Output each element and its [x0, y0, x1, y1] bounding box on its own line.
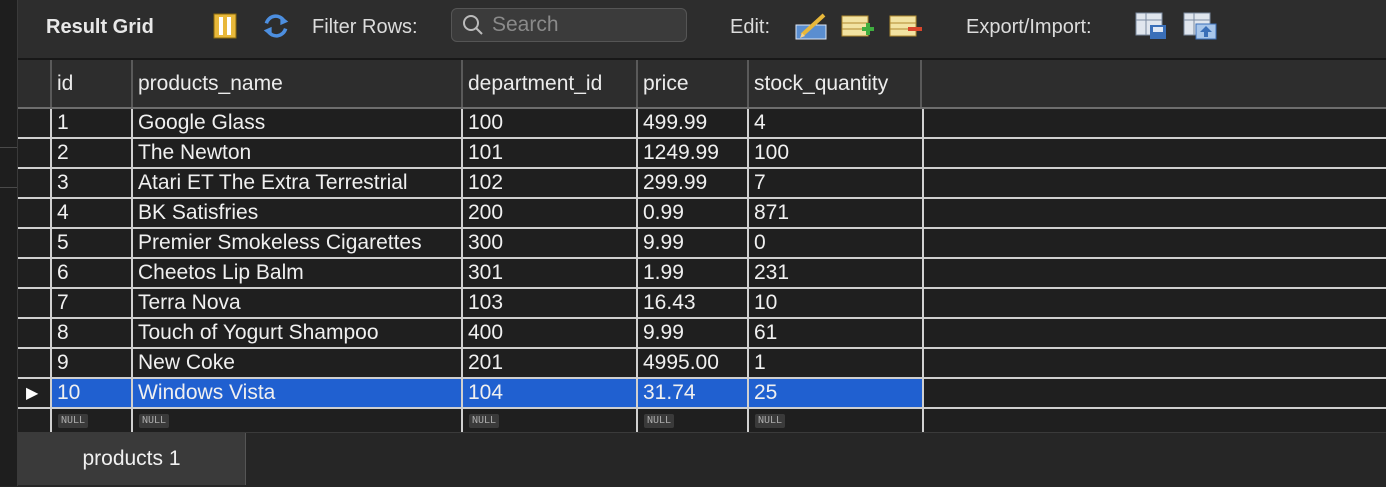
cell-department-id[interactable]: 104 [463, 379, 636, 407]
column-divider [131, 109, 133, 441]
null-badge: NULL [644, 414, 675, 428]
cell-stock-quantity[interactable]: 4 [749, 109, 922, 137]
cell-stock-quantity[interactable]: 231 [749, 259, 922, 287]
table-row[interactable]: 2 The Newton 101 1249.99 100 [18, 139, 1386, 169]
left-panel-edge [0, 0, 18, 486]
table-row[interactable]: 8 Touch of Yogurt Shampoo 400 9.99 61 [18, 319, 1386, 349]
result-grid[interactable]: id products_name department_id price sto… [18, 60, 1386, 441]
grid-header: id products_name department_id price sto… [18, 60, 1386, 109]
cell-price[interactable]: 499.99 [638, 109, 747, 137]
cell-price[interactable]: 0.99 [638, 199, 747, 227]
cell-department-id[interactable]: 400 [463, 319, 636, 347]
column-header-department-id[interactable]: department_id [461, 60, 636, 107]
add-row-icon[interactable] [840, 11, 876, 41]
cell-stock-quantity[interactable]: 7 [749, 169, 922, 197]
cell-price[interactable]: 4995.00 [638, 349, 747, 377]
cell-price[interactable]: 9.99 [638, 229, 747, 257]
result-tabs: products 1 [18, 432, 1386, 487]
cell-department-id[interactable]: 103 [463, 289, 636, 317]
table-row[interactable]: 3 Atari ET The Extra Terrestrial 102 299.99… [18, 169, 1386, 199]
cell-products-name[interactable]: New Coke [133, 349, 461, 377]
column-divider [747, 109, 749, 441]
cell-stock-quantity[interactable]: 1 [749, 349, 922, 377]
table-row[interactable]: 4 BK Satisfries 200 0.99 871 [18, 199, 1386, 229]
cell-stock-quantity[interactable]: 100 [749, 139, 922, 167]
column-divider [922, 109, 924, 441]
column-header-price[interactable]: price [636, 60, 747, 107]
column-header-products-name[interactable]: products_name [131, 60, 461, 107]
cell-id[interactable]: 5 [52, 229, 131, 257]
refresh-icon[interactable] [262, 11, 290, 41]
cell-id[interactable]: 10 [52, 379, 131, 407]
cell-department-id[interactable]: 102 [463, 169, 636, 197]
column-header-id[interactable]: id [50, 60, 131, 107]
current-row-arrow-icon: ▶ [26, 385, 39, 402]
cell-price[interactable]: 9.99 [638, 319, 747, 347]
cell-products-name[interactable]: Google Glass [133, 109, 461, 137]
table-row[interactable]: 5 Premier Smokeless Cigarettes 300 9.99 0 [18, 229, 1386, 259]
table-row[interactable]: 1 Google Glass 100 499.99 4 [18, 109, 1386, 139]
null-badge: NULL [139, 414, 170, 428]
export-import-label: Export/Import: [966, 15, 1092, 38]
cell-department-id[interactable]: 201 [463, 349, 636, 377]
filter-rows-label: Filter Rows: [312, 15, 418, 38]
table-row[interactable]: 6 Cheetos Lip Balm 301 1.99 231 [18, 259, 1386, 289]
cell-price[interactable]: 1.99 [638, 259, 747, 287]
result-toolbar: Result Grid Filter Rows: Edit: [18, 0, 1386, 60]
cell-id[interactable]: 1 [52, 109, 131, 137]
column-divider [636, 109, 638, 441]
export-icon[interactable] [1134, 11, 1170, 41]
cell-stock-quantity[interactable]: 25 [749, 379, 922, 407]
column-header-stock-quantity[interactable]: stock_quantity [747, 60, 922, 107]
cell-products-name[interactable]: Windows Vista [133, 379, 461, 407]
cell-stock-quantity[interactable]: 0 [749, 229, 922, 257]
form-layout-icon[interactable] [212, 11, 240, 41]
search-input[interactable] [490, 12, 674, 38]
null-badge: NULL [469, 414, 500, 428]
cell-products-name[interactable]: Terra Nova [133, 289, 461, 317]
cell-id[interactable]: 8 [52, 319, 131, 347]
cell-price[interactable]: 31.74 [638, 379, 747, 407]
cell-department-id[interactable]: 200 [463, 199, 636, 227]
import-icon[interactable] [1182, 11, 1218, 41]
cell-id[interactable]: 2 [52, 139, 131, 167]
cell-price[interactable]: 299.99 [638, 169, 747, 197]
cell-products-name[interactable]: Premier Smokeless Cigarettes [133, 229, 461, 257]
cell-products-name[interactable]: Touch of Yogurt Shampoo [133, 319, 461, 347]
cell-stock-quantity[interactable]: 10 [749, 289, 922, 317]
edit-label: Edit: [730, 15, 771, 38]
cell-id[interactable]: 4 [52, 199, 131, 227]
result-grid-title: Result Grid [46, 15, 154, 38]
table-row[interactable]: 9 New Coke 201 4995.00 1 [18, 349, 1386, 379]
cell-products-name[interactable]: BK Satisfries [133, 199, 461, 227]
table-row[interactable]: 7 Terra Nova 103 16.43 10 [18, 289, 1386, 319]
cell-department-id[interactable]: 300 [463, 229, 636, 257]
edit-cell-icon[interactable] [794, 11, 830, 41]
cell-id[interactable]: 6 [52, 259, 131, 287]
column-divider [50, 109, 52, 441]
column-divider [461, 109, 463, 441]
cell-department-id[interactable]: 101 [463, 139, 636, 167]
tab-products-1[interactable]: products 1 [18, 433, 246, 485]
cell-id[interactable]: 9 [52, 349, 131, 377]
delete-row-icon[interactable] [888, 11, 924, 41]
null-badge: NULL [58, 414, 89, 428]
cell-id[interactable]: 3 [52, 169, 131, 197]
cell-products-name[interactable]: Cheetos Lip Balm [133, 259, 461, 287]
table-row[interactable]: ▶ 10 Windows Vista 104 31.74 25 [18, 379, 1386, 409]
cell-products-name[interactable]: Atari ET The Extra Terrestrial [133, 169, 461, 197]
cell-price[interactable]: 1249.99 [638, 139, 747, 167]
cell-price[interactable]: 16.43 [638, 289, 747, 317]
search-field[interactable] [451, 8, 687, 42]
cell-stock-quantity[interactable]: 871 [749, 199, 922, 227]
cell-department-id[interactable]: 301 [463, 259, 636, 287]
cell-products-name[interactable]: The Newton [133, 139, 461, 167]
cell-stock-quantity[interactable]: 61 [749, 319, 922, 347]
null-badge: NULL [755, 414, 786, 428]
cell-department-id[interactable]: 100 [463, 109, 636, 137]
cell-id[interactable]: 7 [52, 289, 131, 317]
search-icon [463, 15, 483, 35]
